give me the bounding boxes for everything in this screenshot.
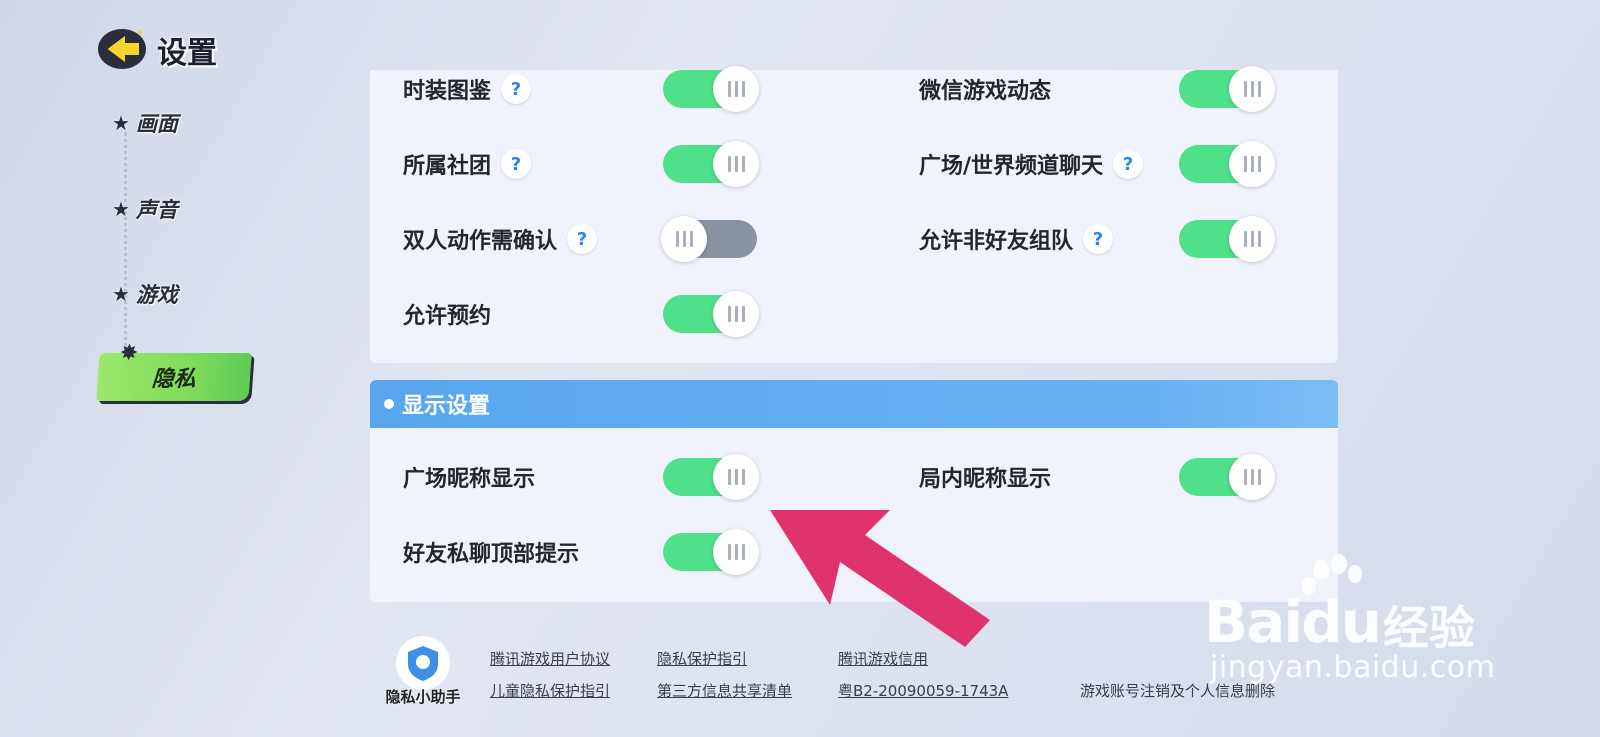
toggle-knob bbox=[713, 529, 759, 575]
setting-label: 广场昵称显示 bbox=[403, 467, 536, 492]
toggle-knob bbox=[713, 66, 759, 112]
setting-row: 广场/世界频道聊天 ? bbox=[919, 145, 1144, 183]
annotation-arrow-icon bbox=[770, 510, 990, 647]
toggle-knob bbox=[713, 454, 759, 500]
toggle-friend-chat-banner[interactable] bbox=[663, 529, 759, 575]
setting-row: 局内昵称显示 bbox=[919, 458, 1051, 496]
setting-row: 双人动作需确认 ? bbox=[403, 220, 598, 258]
license-number[interactable]: 粤B2-20090059-1743A bbox=[838, 680, 1008, 701]
sidebar-item-label: 画面 bbox=[135, 112, 178, 136]
toggle-knob bbox=[713, 141, 759, 187]
sidebar-item-label: 游戏 bbox=[135, 283, 178, 307]
toggle-non-friend-team[interactable] bbox=[1179, 216, 1275, 262]
setting-label: 允许非好友组队 bbox=[919, 229, 1074, 254]
toggle-wechat-activity[interactable] bbox=[1179, 66, 1275, 112]
back-button[interactable] bbox=[96, 26, 148, 72]
help-icon[interactable]: ? bbox=[567, 224, 598, 254]
help-icon[interactable]: ? bbox=[501, 74, 532, 104]
shield-icon bbox=[396, 636, 450, 690]
link-user-agreement[interactable]: 腾讯游戏用户协议 bbox=[490, 648, 610, 669]
setting-row: 允许非好友组队 ? bbox=[919, 220, 1114, 258]
setting-row: 所属社团 ? bbox=[403, 145, 532, 183]
sidebar-item-label: 隐私 bbox=[150, 367, 197, 392]
link-third-party-sharing[interactable]: 第三方信息共享清单 bbox=[657, 680, 792, 701]
help-icon[interactable]: ? bbox=[1113, 149, 1144, 179]
toggle-outfit-gallery[interactable] bbox=[663, 66, 759, 112]
toggle-knob bbox=[713, 291, 759, 337]
toggle-world-chat[interactable] bbox=[1179, 141, 1275, 187]
sidebar-item-game[interactable]: ★ 游戏 bbox=[112, 279, 178, 309]
toggle-knob bbox=[661, 216, 707, 262]
star-icon: ★ bbox=[112, 111, 130, 135]
setting-row: 允许预约 bbox=[403, 295, 491, 333]
sidebar-item-label: 声音 bbox=[135, 198, 178, 222]
toggle-allow-reservation[interactable] bbox=[663, 291, 759, 337]
toggle-knob bbox=[1229, 66, 1275, 112]
section-header: 显示设置 bbox=[370, 380, 1338, 428]
back-arrow-icon bbox=[98, 29, 146, 69]
star-icon: ★ bbox=[112, 282, 130, 306]
setting-label: 所属社团 bbox=[403, 154, 492, 179]
sidebar-item-display[interactable]: ★ 画面 bbox=[112, 108, 178, 138]
toggle-club[interactable] bbox=[663, 141, 759, 187]
setting-label: 允许预约 bbox=[403, 304, 492, 329]
toggle-ingame-nickname[interactable] bbox=[1179, 454, 1275, 500]
setting-row: 微信游戏动态 bbox=[919, 70, 1051, 108]
setting-label: 微信游戏动态 bbox=[919, 79, 1052, 104]
sidebar-item-privacy[interactable]: ✸ 隐私 bbox=[96, 341, 252, 401]
section-title: 显示设置 bbox=[402, 394, 491, 419]
toggle-knob bbox=[1229, 454, 1275, 500]
help-icon[interactable]: ? bbox=[501, 149, 532, 179]
watermark-url: jingyan.baidu.com bbox=[1210, 650, 1496, 685]
toggle-knob bbox=[1229, 141, 1275, 187]
bullet-icon bbox=[384, 399, 394, 409]
assistant-label: 隐私小助手 bbox=[385, 688, 461, 706]
link-privacy-guide[interactable]: 隐私保护指引 bbox=[657, 648, 747, 669]
help-icon[interactable]: ? bbox=[1083, 224, 1114, 254]
setting-row: 时装图鉴 ? bbox=[403, 70, 532, 108]
toggle-duo-action-confirm[interactable] bbox=[661, 216, 757, 262]
page-title: 设置 bbox=[157, 36, 217, 71]
star-icon: ★ bbox=[112, 197, 130, 221]
sidebar-item-sound[interactable]: ★ 声音 bbox=[112, 194, 178, 224]
setting-row: 好友私聊顶部提示 bbox=[403, 533, 579, 571]
setting-label: 局内昵称显示 bbox=[919, 467, 1052, 492]
star-icon: ✸ bbox=[118, 341, 139, 366]
setting-label: 时装图鉴 bbox=[403, 79, 492, 104]
link-child-privacy[interactable]: 儿童隐私保护指引 bbox=[490, 680, 610, 701]
setting-label: 好友私聊顶部提示 bbox=[403, 542, 580, 567]
toggle-knob bbox=[1229, 216, 1275, 262]
setting-label: 广场/世界频道聊天 bbox=[919, 154, 1104, 179]
privacy-settings-panel: 时装图鉴 ? 微信游戏动态 所属社团 ? 广场/世界频道聊天 ? 双人动作需确认… bbox=[370, 66, 1338, 363]
privacy-assistant-button[interactable]: 隐私小助手 bbox=[376, 636, 470, 707]
watermark-cn: 经验 bbox=[1383, 601, 1475, 655]
toggle-plaza-nickname[interactable] bbox=[663, 454, 759, 500]
setting-label: 双人动作需确认 bbox=[403, 229, 558, 254]
setting-row: 广场昵称显示 bbox=[403, 458, 535, 496]
watermark-brand: Baidu bbox=[1204, 588, 1382, 656]
sidebar-connector bbox=[124, 132, 127, 360]
